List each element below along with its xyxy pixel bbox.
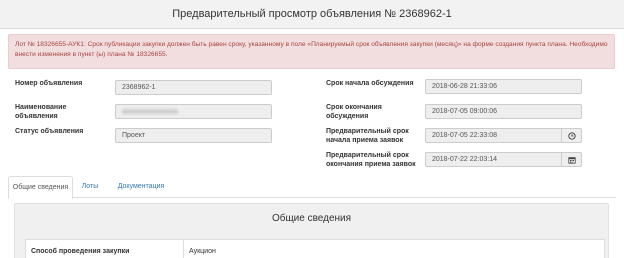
prelim-start-field[interactable]: 2018-07-05 22:33:08 bbox=[425, 128, 562, 143]
table-row: Способ проведения закупки Аукцион bbox=[25, 239, 605, 258]
row-divider bbox=[183, 240, 184, 258]
row-key: Способ проведения закупки bbox=[31, 248, 130, 255]
number-label: Номер объявления bbox=[15, 80, 83, 87]
tab-documentation[interactable]: Документация bbox=[112, 176, 170, 198]
row-value: Аукцион bbox=[189, 248, 216, 255]
panel-title: Общие сведения bbox=[271, 213, 352, 224]
tab-bar: Общие сведения Лоты Документация bbox=[8, 176, 616, 199]
discussion-start-label: Срок начала обсуждения bbox=[326, 80, 414, 87]
tab-lots[interactable]: Лоты bbox=[80, 176, 100, 198]
discussion-end-label: Срок окончания обсуждения bbox=[326, 104, 382, 120]
page-title: Предварительный просмотр объявления № 23… bbox=[172, 8, 452, 20]
clock-button[interactable] bbox=[562, 128, 582, 143]
error-alert: Лот № 18326655-АУК1: Срок публикации зак… bbox=[8, 34, 615, 69]
number-field[interactable]: 2368962-1 bbox=[115, 80, 272, 95]
calendar-button[interactable] bbox=[562, 152, 582, 167]
prelim-start-label: Предварительный срок начала приема заяво… bbox=[326, 128, 409, 144]
name-field[interactable] bbox=[115, 104, 272, 119]
general-info-panel: Общие сведения Способ проведения закупки… bbox=[14, 203, 609, 258]
status-label: Статус объявления bbox=[15, 128, 84, 135]
status-field[interactable]: Проект bbox=[115, 128, 272, 143]
clock-icon bbox=[567, 131, 576, 140]
page-header: Предварительный просмотр объявления № 23… bbox=[0, 0, 624, 29]
prelim-end-label: Предварительный срок окончания приема за… bbox=[326, 152, 416, 168]
discussion-end-field[interactable]: 2018-07-05 09:00:06 bbox=[425, 104, 582, 119]
name-label: Наименование объявления bbox=[15, 104, 67, 120]
calendar-icon bbox=[567, 156, 576, 164]
prelim-end-field[interactable]: 2018-07-22 22:03:14 bbox=[425, 152, 562, 167]
tab-general[interactable]: Общие сведения bbox=[8, 176, 73, 199]
redacted-text bbox=[122, 109, 178, 114]
discussion-start-field[interactable]: 2018-06-28 21:33:06 bbox=[425, 79, 582, 94]
